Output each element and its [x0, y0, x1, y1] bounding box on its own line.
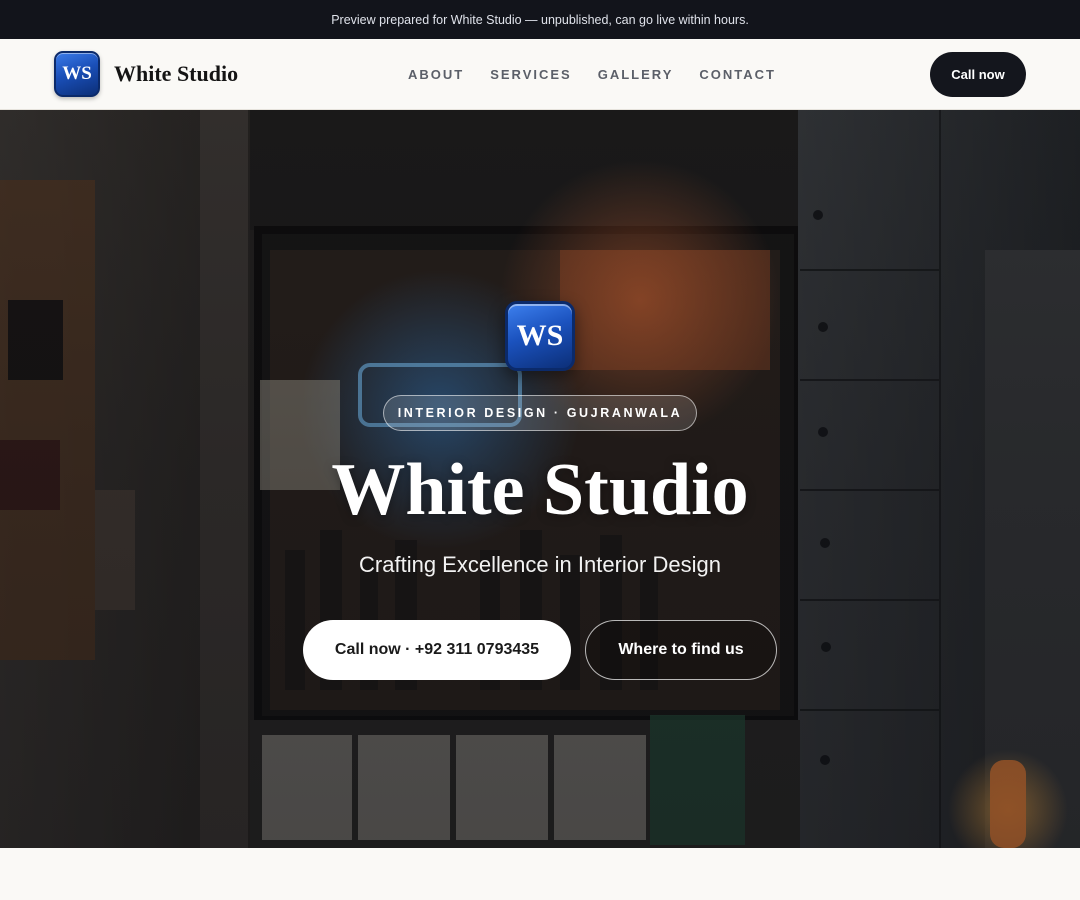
brand-logo-initials: WS — [62, 63, 92, 84]
nav-link-contact[interactable]: CONTACT — [699, 67, 776, 82]
nav-link-services[interactable]: SERVICES — [490, 67, 572, 82]
nav-link-gallery[interactable]: GALLERY — [598, 67, 674, 82]
announcement-bar: Preview prepared for White Studio — unpu… — [0, 0, 1080, 39]
hero-tagline-pill: INTERIOR DESIGN · GUJRANWALA — [383, 395, 697, 431]
nav-link-about[interactable]: ABOUT — [408, 67, 464, 82]
next-section — [0, 848, 1080, 900]
hero-logo-badge: WS — [505, 301, 575, 371]
hero-call-button[interactable]: Call now · +92 311 0793435 — [303, 620, 571, 680]
brand-logo: WS — [54, 51, 100, 97]
brand-home-link[interactable]: WS White Studio — [54, 51, 238, 97]
brand-name: White Studio — [114, 61, 239, 86]
hero-title: White Studio — [331, 449, 749, 531]
hero-tagline-text: INTERIOR DESIGN · GUJRANWALA — [397, 406, 683, 420]
site-header: WS White Studio ABOUT SERVICES GALLERY C… — [0, 39, 1080, 110]
call-now-button[interactable]: Call now — [930, 52, 1026, 97]
announcement-text: Preview prepared for White Studio — unpu… — [331, 12, 749, 27]
main-menu: ABOUT SERVICES GALLERY CONTACT — [408, 39, 802, 109]
hero-subtitle: Crafting Excellence in Interior Design — [359, 552, 721, 577]
hero-logo-initials: WS — [516, 319, 564, 352]
hero-find-us-button[interactable]: Where to find us — [585, 620, 777, 680]
hero-section: WS INTERIOR DESIGN · GUJRANWALA White St… — [0, 110, 1080, 848]
